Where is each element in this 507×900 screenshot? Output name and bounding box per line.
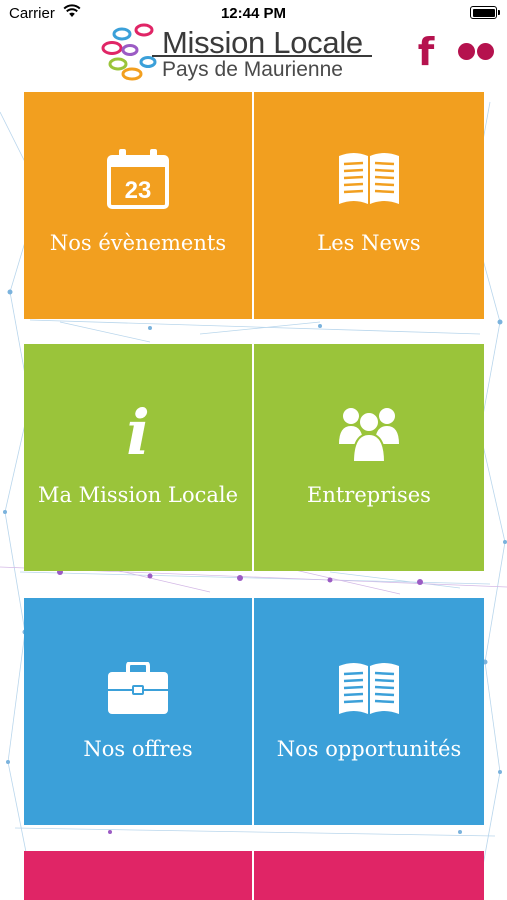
info-icon: i: [126, 396, 150, 469]
calendar-icon: 23: [24, 149, 252, 209]
tile-partial-1[interactable]: [24, 851, 252, 900]
tile-label: Nos offres: [83, 737, 193, 761]
tile-nos-evenements[interactable]: 23 Nos évènements: [24, 92, 252, 319]
open-book-icon: [254, 660, 484, 716]
tile-entreprises[interactable]: Entreprises: [254, 344, 484, 571]
tile-partial-2[interactable]: [254, 851, 484, 900]
briefcase-icon: [24, 662, 252, 716]
tile-label: Entreprises: [307, 483, 431, 507]
tile-label: Ma Mission Locale: [37, 483, 239, 507]
facebook-icon[interactable]: f: [413, 32, 439, 72]
open-book-icon: [254, 150, 484, 206]
calendar-day: 23: [125, 177, 152, 204]
tile-label: Nos opportunités: [276, 737, 462, 761]
flickr-icon[interactable]: [456, 42, 496, 64]
tile-label: Les News: [317, 231, 421, 255]
clock-time: 12:44 PM: [220, 5, 287, 22]
people-group-icon: [254, 404, 484, 464]
status-bar: Carrier 12:44 PM: [0, 0, 507, 28]
logo-circles-icon: [101, 23, 157, 81]
tile-les-news[interactable]: Les News: [254, 92, 484, 319]
tile-label: Nos évènements: [49, 231, 227, 255]
mission-locale-logo: Mission Locale Pays de Maurienne: [100, 20, 420, 88]
tile-ma-mission-locale[interactable]: i Ma Mission Locale: [24, 344, 252, 571]
battery-icon: [470, 6, 500, 19]
tile-nos-opportunites[interactable]: Nos opportunités: [254, 598, 484, 825]
tile-nos-offres[interactable]: Nos offres: [24, 598, 252, 825]
logo-divider: [152, 55, 372, 57]
app-header: Mission Locale Pays de Maurienne f: [0, 20, 507, 92]
logo-subtitle: Pays de Maurienne: [162, 58, 343, 81]
